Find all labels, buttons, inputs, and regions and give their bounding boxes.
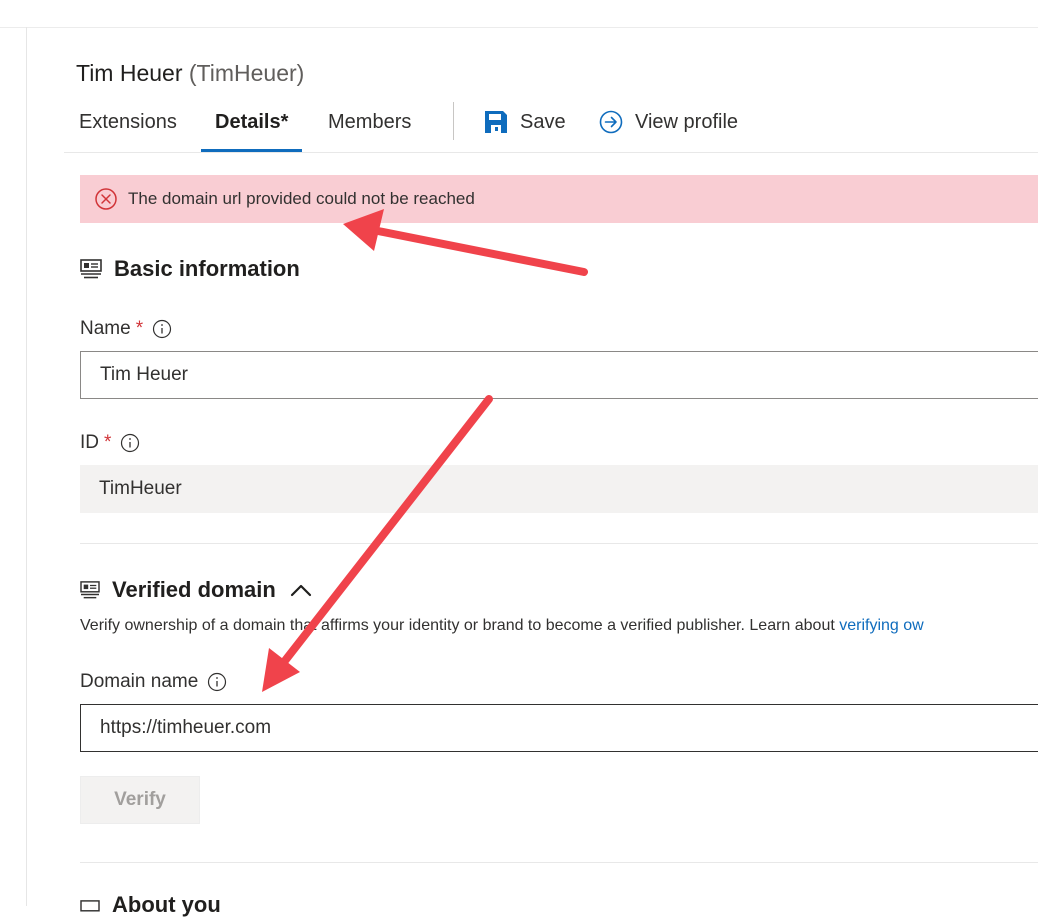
required-marker: *: [135, 318, 144, 339]
verifying-ownership-link[interactable]: verifying ow: [839, 617, 923, 634]
info-icon[interactable]: [152, 319, 172, 339]
domain-label-text: Domain name: [80, 671, 199, 692]
about-you-heading: About you: [80, 892, 221, 918]
view-profile-button[interactable]: View profile: [599, 100, 738, 144]
annotation-arrow-to-domain: [262, 395, 493, 692]
left-rail-divider: [26, 27, 27, 906]
error-message-bar: The domain url provided could not be rea…: [80, 175, 1038, 223]
chevron-up-icon[interactable]: [290, 583, 312, 597]
save-label: Save: [520, 111, 566, 133]
info-icon[interactable]: [207, 672, 227, 692]
tab-details[interactable]: Details*: [201, 100, 303, 152]
form-card-icon: [80, 259, 102, 279]
name-input[interactable]: Tim Heuer: [80, 351, 1038, 399]
verify-button[interactable]: Verify: [80, 776, 200, 824]
form-card-icon: [80, 581, 100, 599]
id-label-text: ID: [80, 432, 99, 453]
publisher-handle: (TimHeuer): [188, 60, 305, 86]
arrow-circle-right-icon: [599, 110, 635, 134]
tab-separator: [453, 102, 454, 140]
page-title: Tim Heuer (TimHeuer): [76, 60, 304, 87]
id-readonly-field: TimHeuer: [80, 465, 1038, 513]
required-marker: *: [104, 432, 112, 453]
tab-bar: Extensions Details* Members Save View pr…: [64, 100, 1038, 153]
form-card-icon: [80, 900, 100, 918]
id-field-label: ID *: [80, 432, 140, 454]
save-button[interactable]: Save: [484, 100, 566, 144]
domain-name-field-label: Domain name: [80, 671, 227, 693]
verified-domain-title: Verified domain: [112, 577, 276, 602]
error-message-text: The domain url provided could not be rea…: [128, 189, 475, 208]
publisher-name: Tim Heuer: [76, 60, 183, 86]
about-you-title: About you: [112, 892, 221, 917]
view-profile-label: View profile: [635, 111, 739, 133]
save-icon: [484, 110, 520, 134]
basic-information-title: Basic information: [114, 256, 300, 281]
verified-domain-heading[interactable]: Verified domain: [80, 577, 312, 603]
name-label-text: Name: [80, 318, 131, 339]
basic-information-heading: Basic information: [80, 256, 300, 282]
domain-name-input[interactable]: https://timheuer.com: [80, 704, 1038, 752]
info-icon[interactable]: [120, 433, 140, 453]
top-bar: [0, 0, 1038, 28]
name-field-label: Name *: [80, 318, 172, 340]
section-divider: [80, 862, 1038, 863]
description-text: Verify ownership of a domain that affirm…: [80, 617, 840, 634]
verified-domain-description: Verify ownership of a domain that affirm…: [80, 617, 1038, 635]
tab-extensions[interactable]: Extensions: [79, 100, 177, 149]
section-divider: [80, 543, 1038, 544]
error-circle-icon: [94, 187, 118, 211]
tab-members[interactable]: Members: [328, 100, 411, 149]
